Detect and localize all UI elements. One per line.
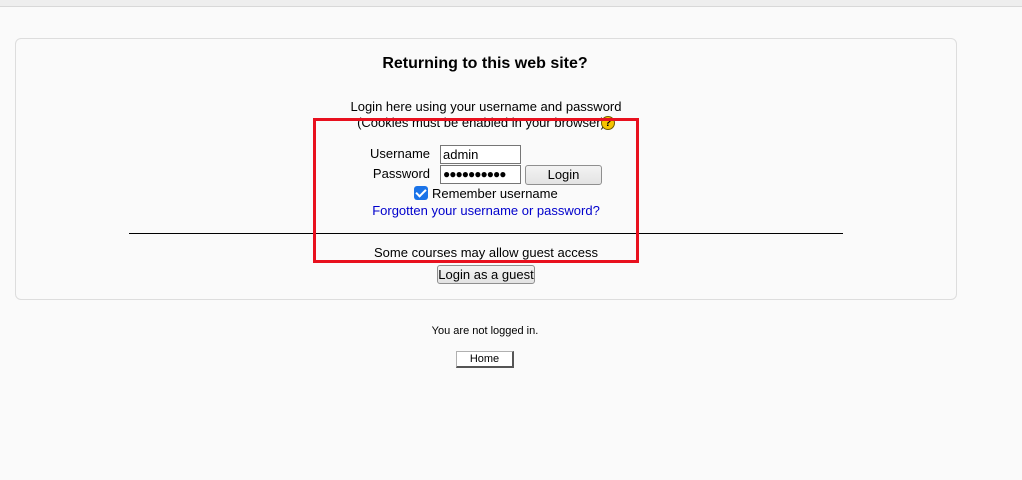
home-button[interactable]: Home xyxy=(456,351,514,368)
page-title: Returning to this web site? xyxy=(382,55,588,72)
login-as-guest-button[interactable]: Login as a guest xyxy=(437,265,535,284)
annotation-highlight-box xyxy=(313,118,639,263)
login-status-text: You are not logged in. xyxy=(431,325,539,337)
login-instructions: Login here using your username and passw… xyxy=(350,99,622,114)
browser-top-strip xyxy=(0,0,1022,7)
